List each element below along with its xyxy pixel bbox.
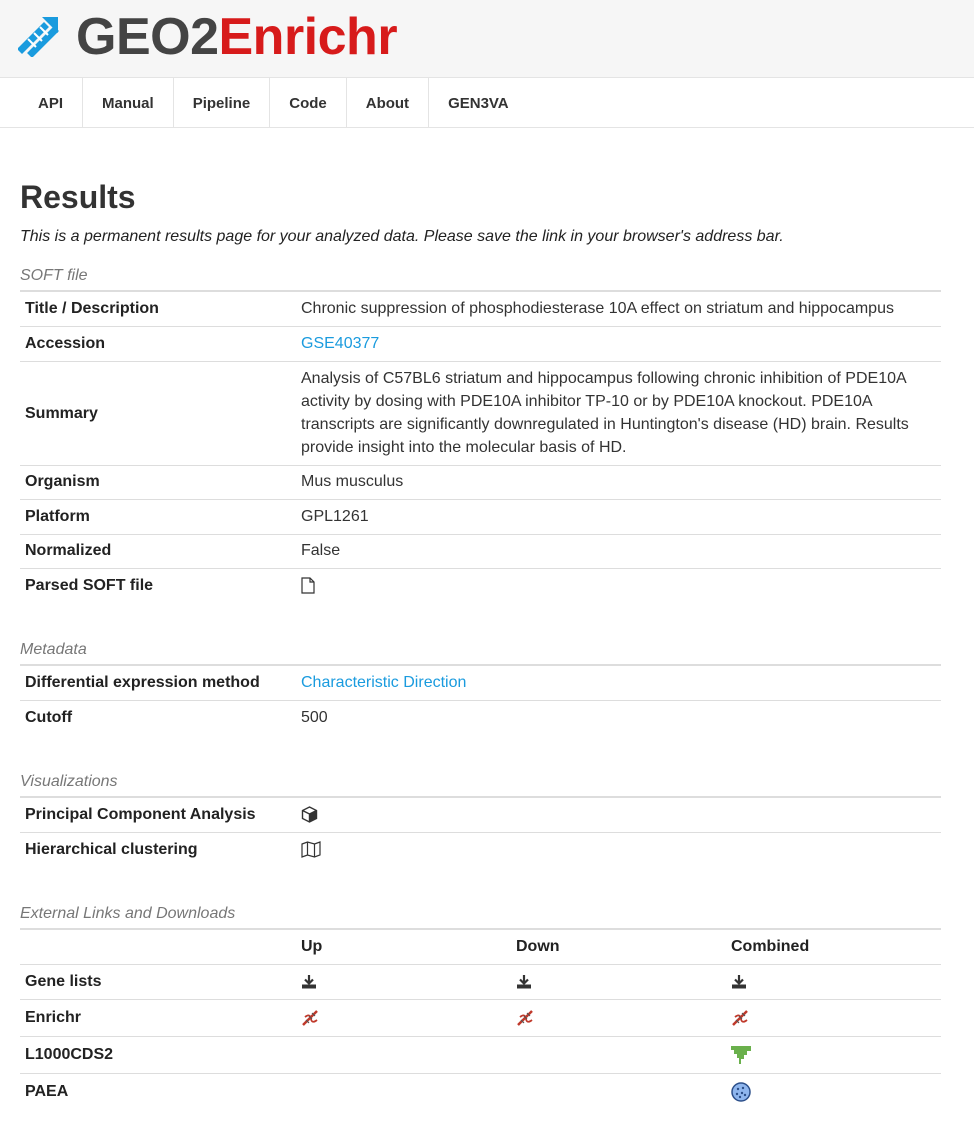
top-nav: API Manual Pipeline Code About GEN3VA [0, 78, 974, 128]
nav-code[interactable]: Code [270, 78, 347, 128]
header-empty [20, 930, 296, 965]
dna-icon[interactable] [18, 15, 60, 57]
row-key: Gene lists [20, 964, 296, 1000]
row-value: Mus musculus [296, 465, 941, 500]
table-row: Differential expression method Character… [20, 666, 941, 701]
enrichr-icon[interactable] [516, 1009, 534, 1027]
section-metadata-label: Metadata [20, 639, 941, 666]
table-row: PAEA [20, 1074, 941, 1111]
table-row: Enrichr [20, 999, 941, 1037]
table-row: Summary Analysis of C57BL6 striatum and … [20, 361, 941, 466]
section-viz-label: Visualizations [20, 771, 941, 798]
table-row: Hierarchical clustering [20, 833, 941, 868]
metadata-table: Differential expression method Character… [20, 666, 941, 735]
enrichr-icon[interactable] [731, 1009, 749, 1027]
table-row: Accession GSE40377 [20, 326, 941, 362]
table-row: Cutoff 500 [20, 701, 941, 736]
nav-gen3va[interactable]: GEN3VA [429, 78, 528, 128]
row-key: Accession [20, 326, 296, 362]
header-combined: Combined [726, 930, 941, 965]
nav-api[interactable]: API [19, 78, 84, 128]
brand-part-enrichr: Enrichr [218, 8, 398, 66]
summary-text: Analysis of C57BL6 striatum and hippocam… [296, 361, 941, 466]
row-key: Organism [20, 465, 296, 500]
row-key: Platform [20, 499, 296, 535]
row-key: PAEA [25, 1083, 69, 1101]
row-key: Summary [20, 361, 296, 466]
nav-about[interactable]: About [347, 78, 430, 128]
row-value: GPL1261 [296, 499, 941, 535]
row-key: Hierarchical clustering [25, 841, 198, 858]
accession-link[interactable]: GSE40377 [301, 335, 379, 352]
table-row: Normalized False [20, 534, 941, 569]
brand-logo[interactable]: GEO2Enrichr [76, 6, 398, 68]
row-key: Normalized [20, 534, 296, 569]
table-row: Title / Description Chronic suppression … [20, 292, 941, 327]
row-key: Title / Description [20, 292, 296, 327]
table-row: Parsed SOFT file [20, 569, 941, 604]
cube-icon[interactable] [301, 806, 318, 824]
page-intro: This is a permanent results page for you… [20, 228, 784, 245]
site-header: GEO2Enrichr [0, 0, 974, 78]
external-table: Up Down Combined Gene lists Enrichr L100… [20, 930, 941, 1111]
header-down: Down [511, 930, 726, 965]
map-icon[interactable] [301, 841, 321, 859]
section-external-label: External Links and Downloads [20, 903, 941, 930]
nav-manual[interactable]: Manual [83, 78, 174, 128]
table-header-row: Up Down Combined [20, 930, 941, 965]
main-content: Results This is a permanent results page… [0, 178, 974, 1111]
l1000cds2-icon[interactable] [731, 1045, 751, 1065]
row-key: Enrichr [20, 999, 296, 1037]
enrichr-icon[interactable] [301, 1009, 319, 1027]
table-row: Gene lists [20, 964, 941, 1000]
row-key: Principal Component Analysis [20, 798, 296, 833]
table-row: Organism Mus musculus [20, 465, 941, 500]
method-link[interactable]: Characteristic Direction [301, 674, 466, 691]
table-row: Principal Component Analysis [20, 798, 941, 833]
row-key: Parsed SOFT file [25, 577, 154, 594]
soft-table: Title / Description Chronic suppression … [20, 292, 941, 603]
download-icon[interactable] [516, 974, 532, 989]
brand-part-geo: GEO2 [76, 8, 219, 66]
table-row: L1000CDS2 [20, 1036, 941, 1074]
download-icon[interactable] [301, 974, 317, 989]
row-value: False [296, 534, 941, 569]
paea-icon[interactable] [731, 1082, 751, 1102]
row-key: L1000CDS2 [20, 1036, 296, 1074]
row-key: Differential expression method [20, 666, 296, 701]
section-soft-label: SOFT file [20, 265, 941, 292]
nav-pipeline[interactable]: Pipeline [174, 78, 271, 128]
file-icon[interactable] [301, 577, 315, 594]
table-row: Platform GPL1261 [20, 499, 941, 535]
row-value: 500 [301, 709, 328, 726]
page-title: Results [20, 179, 136, 215]
row-value: Chronic suppression of phosphodiesterase… [296, 292, 941, 327]
row-key: Cutoff [25, 709, 73, 726]
download-icon[interactable] [731, 974, 747, 989]
header-up: Up [296, 930, 511, 965]
viz-table: Principal Component Analysis Hierarchica… [20, 798, 941, 867]
